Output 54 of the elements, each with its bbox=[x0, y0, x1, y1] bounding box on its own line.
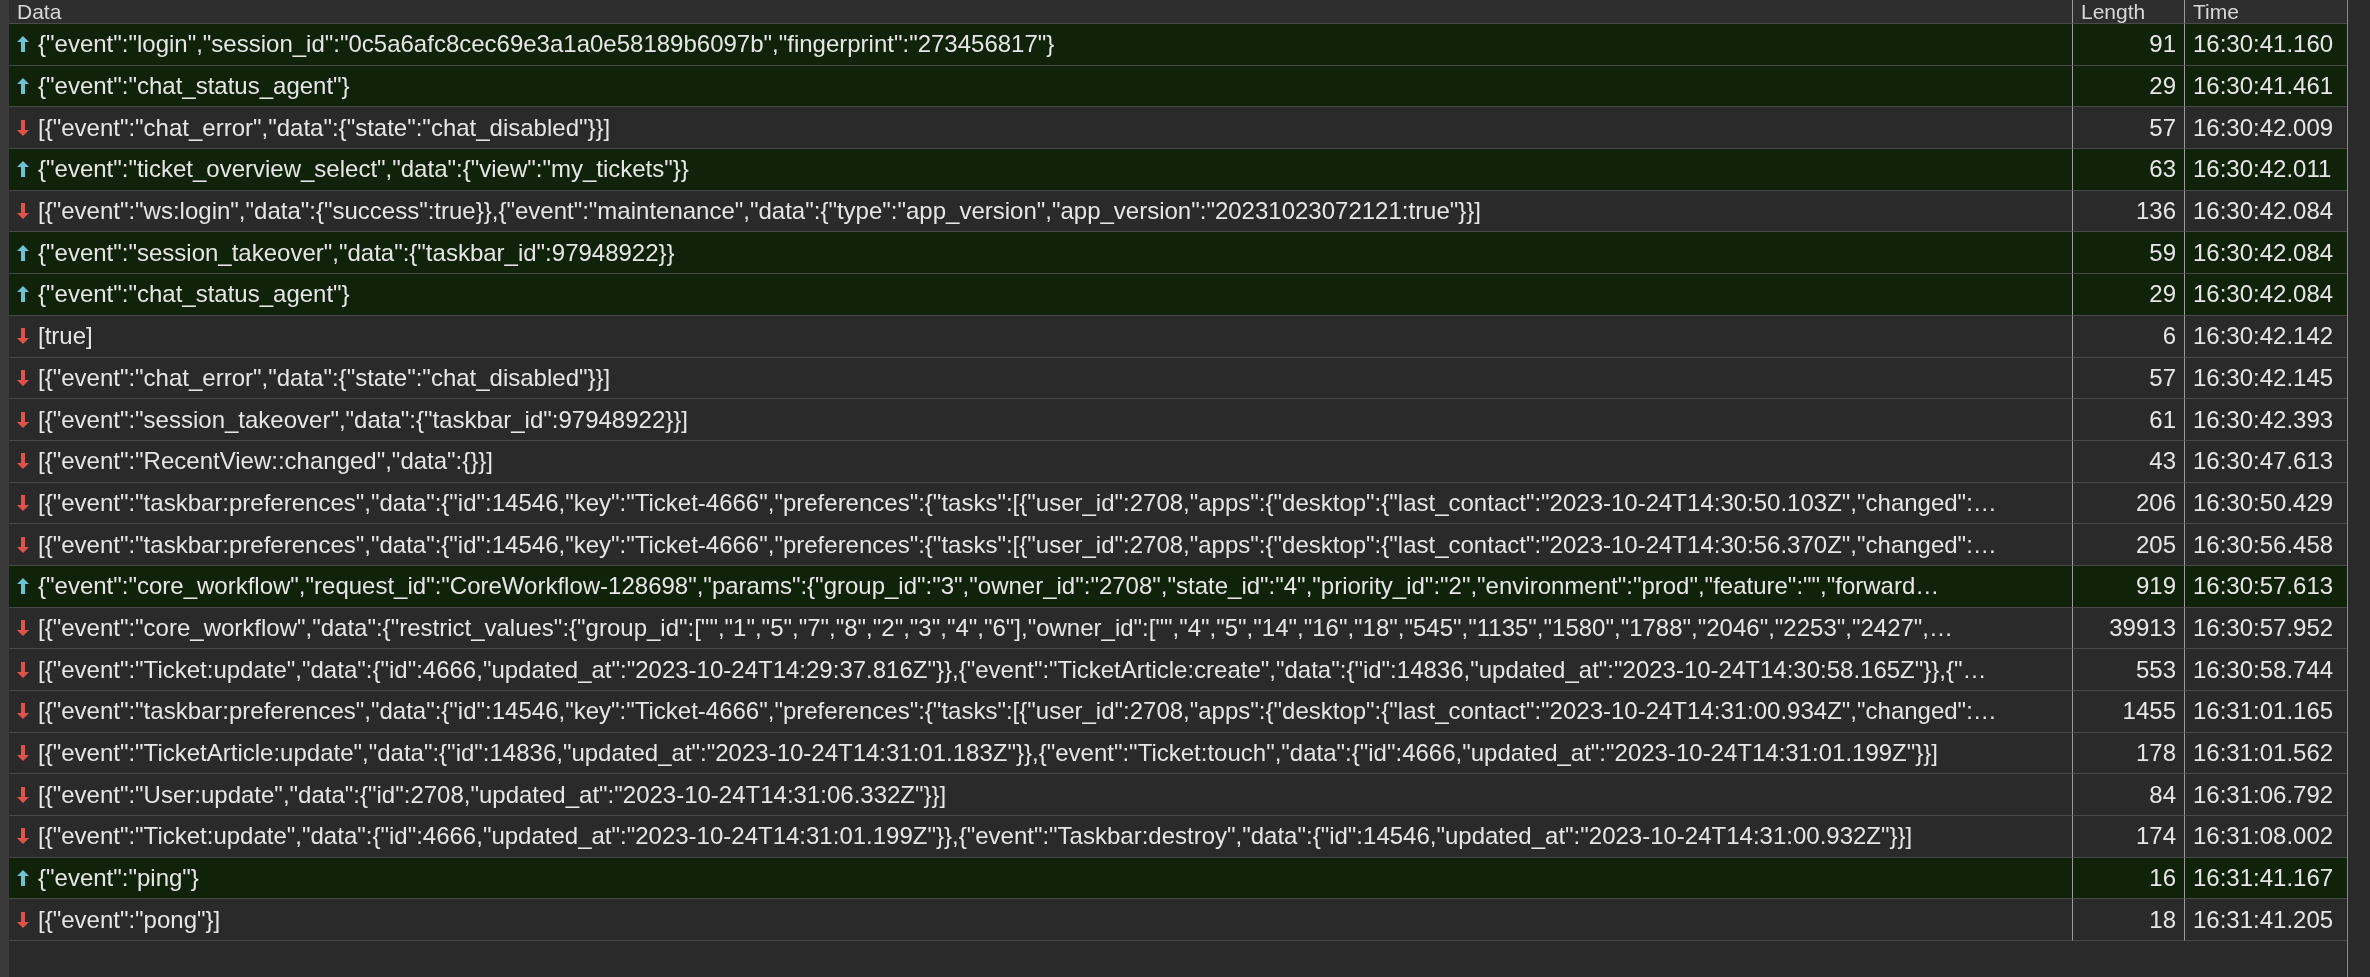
length-cell: 205 bbox=[2073, 524, 2185, 566]
length-cell: 206 bbox=[2073, 482, 2185, 525]
length-cell: 1455 bbox=[2073, 691, 2185, 733]
length-cell: 29 bbox=[2073, 65, 2185, 108]
time-cell: 16:30:41.160 bbox=[2185, 24, 2347, 66]
message-data: {"event":"ping"} bbox=[38, 864, 199, 893]
length-cell: 61 bbox=[2073, 399, 2185, 441]
length-cell: 18 bbox=[2073, 899, 2185, 942]
message-data: [{"event":"TicketArticle:update","data":{"id":14836,"updated_at":"2023-10-24T14:31:01.183Z"}},{"event":"Ticket:touch","data":{"id":4666,"updated_at":"2023-10-24T14:31:01.199Z"}}] bbox=[38, 739, 1938, 768]
message-data: [{"event":"session_takeover","data":{"taskbar_id":97948922}}] bbox=[38, 405, 688, 434]
message-data: [true] bbox=[38, 322, 93, 351]
message-data: [{"event":"User:update","data":{"id":2708,"updated_at":"2023-10-24T14:31:06.332Z"}}] bbox=[38, 780, 947, 809]
message-data: {"event":"chat_status_agent"} bbox=[38, 72, 350, 101]
length-cell: 43 bbox=[2073, 440, 2185, 483]
length-cell: 57 bbox=[2073, 357, 2185, 400]
message-data: {"event":"session_takeover","data":{"taskbar_id":97948922}} bbox=[38, 238, 675, 267]
length-cell: 91 bbox=[2073, 24, 2185, 66]
length-cell: 16 bbox=[2073, 857, 2185, 900]
length-cell: 136 bbox=[2073, 190, 2185, 233]
time-cell: 16:30:41.461 bbox=[2185, 65, 2347, 108]
message-data: {"event":"core_workflow","request_id":"CoreWorkflow-128698","params":{"group_id":"3","owner_id":"2708","state_id":"4","priority_id":"2","environment":"prod","feature":"","forward… bbox=[38, 572, 1940, 601]
column-header[interactable]: Data bbox=[9, 0, 2073, 24]
length-cell: 59 bbox=[2073, 232, 2185, 275]
message-data: [{"event":"taskbar:preferences","data":{"id":14546,"key":"Ticket-4666","preferences":{"tasks":[{"user_id":2708,"apps":{"desktop":{"last_contact":"2023-10-24T14:30:56.370Z","changed":… bbox=[38, 530, 1997, 559]
message-data: [{"event":"chat_error","data":{"state":"chat_disabled"}}] bbox=[38, 113, 611, 142]
column-header[interactable]: Time bbox=[2185, 0, 2347, 24]
column-header[interactable]: Length bbox=[2073, 0, 2185, 24]
message-data: {"event":"ticket_overview_select","data":{"view":"my_tickets"}} bbox=[38, 155, 689, 184]
length-cell: 553 bbox=[2073, 649, 2185, 691]
time-cell: 16:30:42.084 bbox=[2185, 232, 2347, 275]
message-data: {"event":"chat_status_agent"} bbox=[38, 280, 350, 309]
length-cell: 178 bbox=[2073, 732, 2185, 775]
message-data: [{"event":"taskbar:preferences","data":{"id":14546,"key":"Ticket-4666","preferences":{"tasks":[{"user_id":2708,"apps":{"desktop":{"last_contact":"2023-10-24T14:30:50.103Z","changed":… bbox=[38, 488, 1997, 517]
length-cell: 174 bbox=[2073, 816, 2185, 858]
length-cell: 29 bbox=[2073, 274, 2185, 316]
length-cell: 39913 bbox=[2073, 607, 2185, 650]
message-data: [{"event":"chat_error","data":{"state":"chat_disabled"}}] bbox=[38, 363, 611, 392]
time-cell: 16:30:42.011 bbox=[2185, 149, 2347, 191]
time-cell: 16:31:41.167 bbox=[2185, 857, 2347, 900]
message-data: [{"event":"taskbar:preferences","data":{"id":14546,"key":"Ticket-4666","preferences":{"tasks":[{"user_id":2708,"apps":{"desktop":{"last_contact":"2023-10-24T14:31:00.934Z","changed":… bbox=[38, 697, 1997, 726]
message-data: {"event":"login","session_id":"0c5a6afc8cec69e3a1a0e58189b6097b","fingerprint":"273456817"} bbox=[38, 30, 1055, 59]
message-data: [{"event":"ws:login","data":{"success":true}},{"event":"maintenance","data":{"type":"app_version","app_version":"20231023072121:true"}}] bbox=[38, 197, 1482, 226]
message-data: [{"event":"pong"}] bbox=[38, 905, 221, 934]
time-cell: 16:30:57.613 bbox=[2185, 565, 2347, 608]
message-data: [{"event":"core_workflow","data":{"restrict_values":{"group_id":["","1","5","7","8","2","3","4","6"],"owner_id":["","4","5","14","16","18","545","1135","1580","1788","2046","2253","2427",… bbox=[38, 613, 1954, 642]
length-cell: 63 bbox=[2073, 149, 2185, 191]
length-cell: 84 bbox=[2073, 774, 2185, 817]
length-cell: 919 bbox=[2073, 565, 2185, 608]
length-cell: 57 bbox=[2073, 107, 2185, 150]
message-data: [{"event":"Ticket:update","data":{"id":4666,"updated_at":"2023-10-24T14:29:37.816Z"}},{"event":"TicketArticle:create","data":{"id":14836,"updated_at":"2023-10-24T14:30:58.165Z"}},{"… bbox=[38, 655, 1987, 684]
message-data: [{"event":"Ticket:update","data":{"id":4666,"updated_at":"2023-10-24T14:31:01.199Z"}},{"event":"Taskbar:destroy","data":{"id":14546,"updated_at":"2023-10-24T14:31:00.932Z"}}] bbox=[38, 822, 1913, 851]
message-data: [{"event":"RecentView::changed","data":{}}] bbox=[38, 447, 493, 476]
time-cell: 16:30:42.084 bbox=[2185, 274, 2347, 316]
length-cell: 6 bbox=[2073, 315, 2185, 358]
